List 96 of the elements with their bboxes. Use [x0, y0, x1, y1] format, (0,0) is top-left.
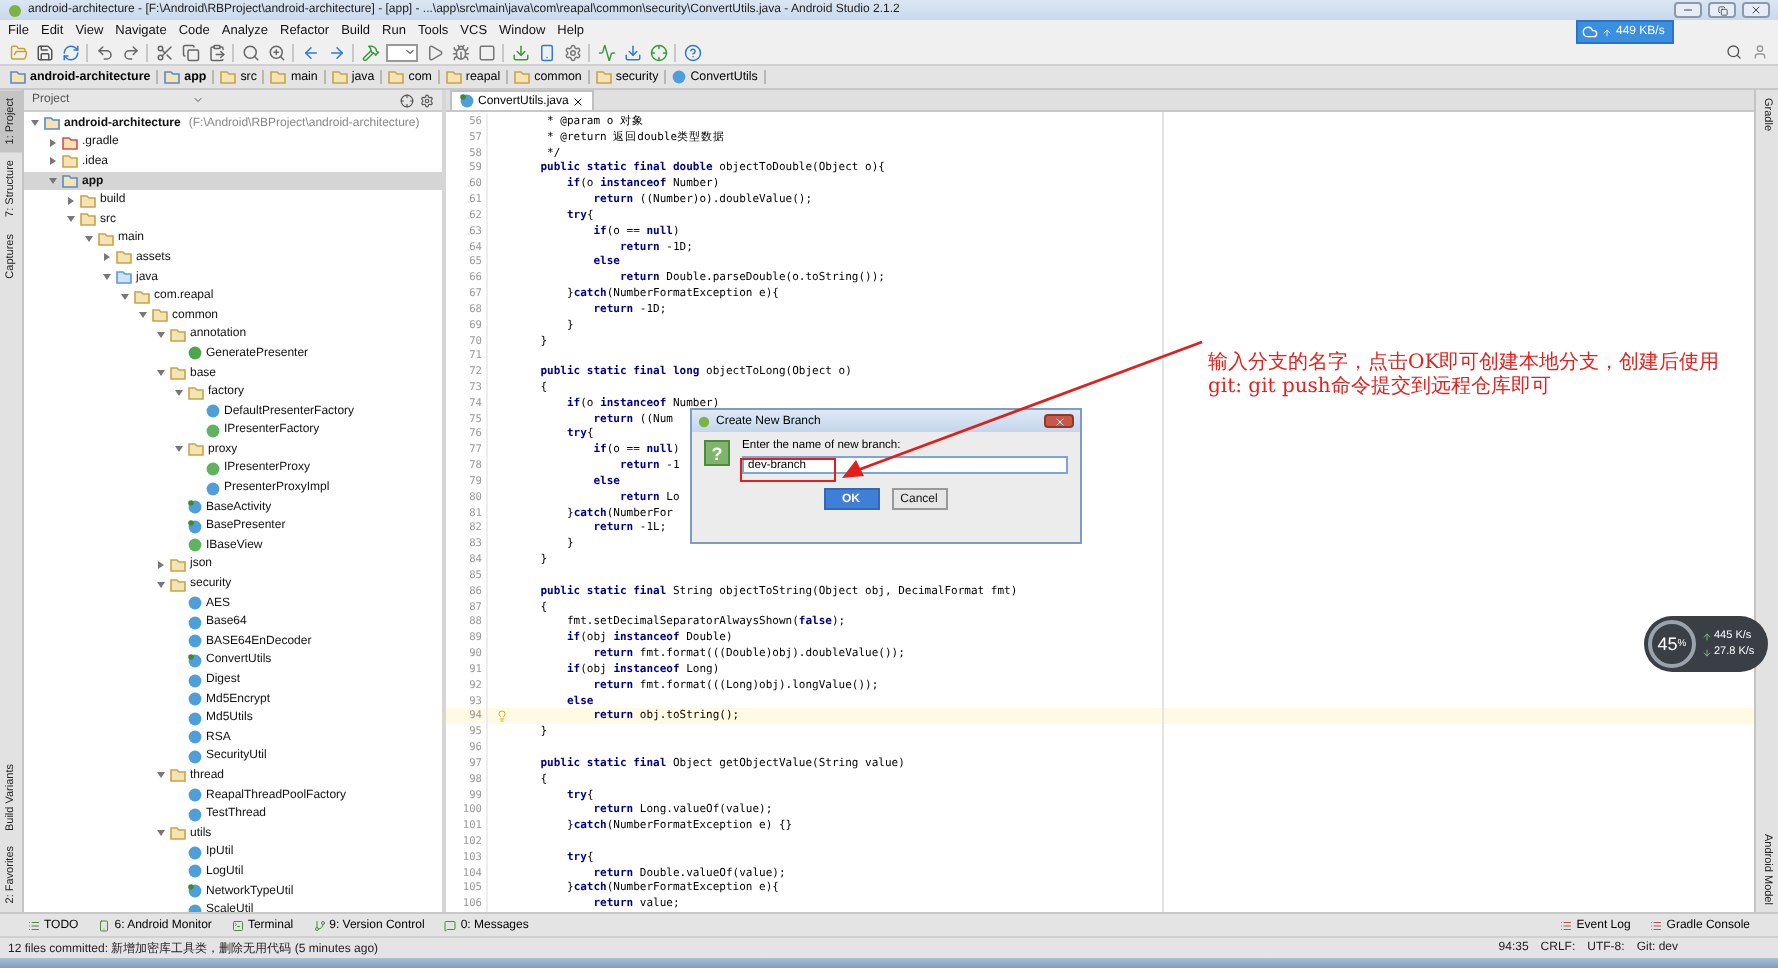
refresh-icon[interactable]	[61, 43, 79, 61]
bug-icon[interactable]	[451, 43, 469, 61]
redo-icon[interactable]	[121, 43, 139, 61]
expand-arrow-icon[interactable]	[156, 329, 166, 340]
phone-icon[interactable]	[537, 43, 555, 61]
folder-icon	[388, 70, 405, 84]
zoom-in-icon[interactable]	[267, 43, 285, 61]
expand-arrow-icon[interactable]	[156, 368, 166, 379]
class-icon	[672, 70, 687, 84]
class-icon	[206, 404, 220, 419]
hammer-icon[interactable]	[361, 43, 379, 61]
app-logo-icon	[698, 415, 710, 427]
locate-icon[interactable]	[400, 93, 414, 107]
expand-arrow-icon[interactable]	[156, 579, 166, 590]
folder-icon	[514, 70, 531, 84]
stop-icon[interactable]	[477, 43, 495, 61]
close-button[interactable]	[1742, 2, 1770, 18]
expand-arrow-icon[interactable]	[156, 559, 166, 570]
folder-icon	[595, 70, 612, 84]
restore-button[interactable]	[1708, 2, 1736, 18]
caret-icon	[404, 46, 416, 58]
cloud-icon	[1582, 24, 1598, 40]
folder-icon	[270, 70, 287, 84]
folder-icon	[445, 70, 462, 84]
app-logo-icon	[8, 3, 22, 17]
save-icon[interactable]	[35, 43, 53, 61]
expand-arrow-icon[interactable]	[48, 137, 58, 148]
expand-arrow-icon[interactable]	[174, 387, 184, 398]
settings-icon[interactable]	[420, 93, 434, 107]
search-icon[interactable]	[1726, 44, 1742, 60]
expand-arrow-icon[interactable]	[102, 252, 112, 263]
class-icon	[460, 94, 474, 108]
right-arrow-icon[interactable]	[327, 43, 345, 61]
monitor-icon[interactable]	[597, 43, 615, 61]
close-icon	[1053, 415, 1065, 427]
expand-arrow-icon[interactable]	[48, 156, 58, 167]
class-icon	[206, 481, 220, 496]
download-icon[interactable]	[511, 43, 529, 61]
phone-icon	[98, 919, 111, 931]
undo-icon[interactable]	[95, 43, 113, 61]
paste-icon[interactable]	[207, 43, 225, 61]
class-icon	[188, 500, 202, 515]
scissors-icon[interactable]	[155, 43, 173, 61]
class-icon	[188, 884, 202, 899]
sdk-download-icon[interactable]	[623, 43, 641, 61]
left-arrow-icon[interactable]	[301, 43, 319, 61]
message-icon	[444, 919, 457, 931]
folder-icon	[164, 70, 181, 84]
list-icon	[1650, 919, 1663, 931]
folder-icon	[170, 826, 186, 841]
folder-icon	[170, 768, 186, 783]
folder-icon	[188, 442, 204, 457]
run-config-dropdown[interactable]	[386, 43, 418, 61]
search-icon[interactable]	[241, 43, 259, 61]
upload-arrow-icon	[1702, 631, 1712, 641]
close-icon	[1750, 4, 1762, 16]
list-icon	[28, 919, 40, 931]
interface-icon	[206, 423, 220, 438]
class-icon	[188, 653, 202, 668]
download-arrow-icon	[1702, 647, 1712, 657]
annotation-icon	[188, 346, 202, 361]
branch-icon	[313, 919, 326, 931]
interface-icon	[206, 461, 220, 476]
target-icon[interactable]	[649, 43, 667, 61]
restore-icon	[1717, 5, 1727, 15]
expand-arrow-icon[interactable]	[30, 118, 40, 129]
minimize-button[interactable]	[1674, 2, 1702, 18]
expand-arrow-icon[interactable]	[84, 233, 94, 244]
play-icon[interactable]	[425, 43, 443, 61]
expand-arrow-icon[interactable]	[66, 195, 76, 206]
expand-arrow-icon[interactable]	[174, 444, 184, 455]
caret-icon	[192, 94, 204, 106]
folder-icon	[331, 70, 348, 84]
close-icon[interactable]	[572, 95, 585, 107]
copy-icon[interactable]	[181, 43, 199, 61]
expand-arrow-icon[interactable]	[156, 770, 166, 781]
expand-arrow-icon[interactable]	[156, 828, 166, 839]
list-icon	[1560, 919, 1573, 931]
help-icon[interactable]	[683, 43, 701, 61]
interface-icon	[188, 538, 202, 553]
terminal-icon	[231, 919, 244, 931]
expand-arrow-icon[interactable]	[66, 214, 76, 225]
folder-icon	[220, 70, 237, 84]
close-button[interactable]	[1044, 414, 1074, 428]
expand-arrow-icon[interactable]	[138, 310, 148, 321]
minimize-icon	[1682, 4, 1694, 16]
highlight-frame	[740, 458, 836, 482]
upload-arrow-icon	[1602, 27, 1612, 37]
expand-arrow-icon[interactable]	[48, 176, 58, 187]
user-icon[interactable]	[1752, 44, 1768, 60]
annotation-text: 输入分支的名字，点击OK即可创建本地分支，创建后使用git: git push命令提交到远程仓库即可	[1208, 352, 1722, 400]
expand-arrow-icon[interactable]	[102, 272, 112, 283]
class-icon	[188, 519, 202, 534]
question-icon: ?	[704, 440, 730, 466]
settings-icon[interactable]	[563, 43, 581, 61]
expand-arrow-icon[interactable]	[120, 291, 130, 302]
